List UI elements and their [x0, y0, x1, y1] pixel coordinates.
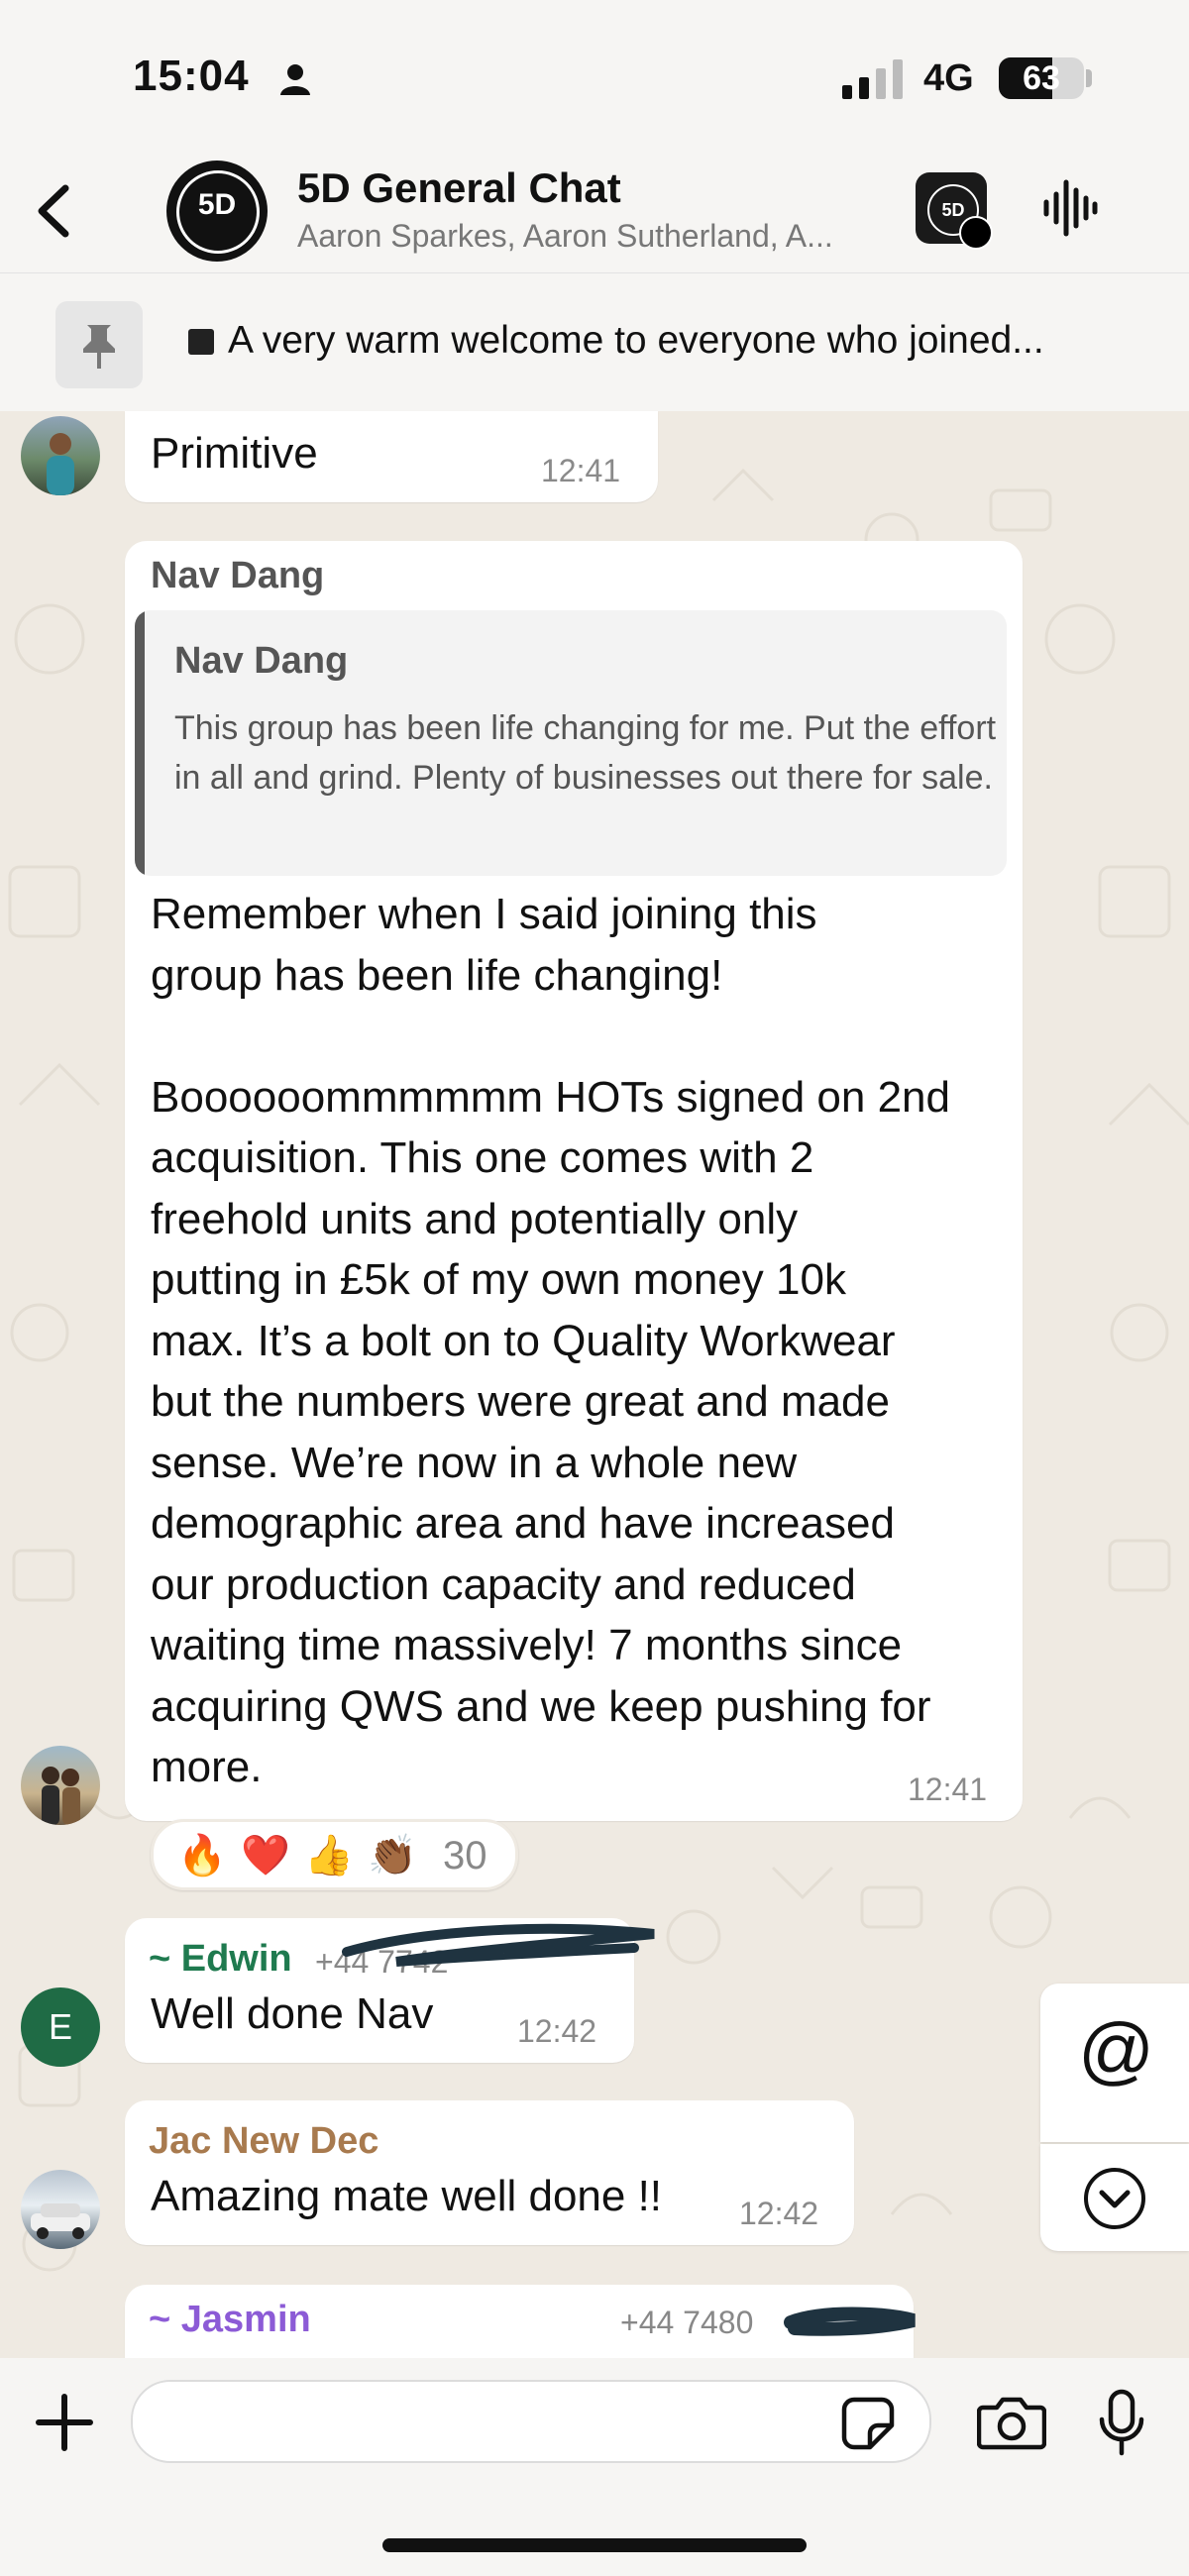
battery-icon: 63: [999, 57, 1084, 99]
mention-button[interactable]: @: [1040, 1984, 1189, 2142]
microphone-icon[interactable]: [1098, 2388, 1145, 2459]
message-text: Primitive: [151, 429, 318, 478]
scroll-to-bottom-button[interactable]: [1040, 2144, 1189, 2251]
chevron-badge-icon: [959, 216, 993, 250]
avatar[interactable]: [21, 1746, 100, 1825]
message-input[interactable]: [131, 2380, 931, 2463]
redaction-scribble: [784, 2307, 916, 2336]
composer-bar: [0, 2358, 1189, 2576]
signal-icon: [842, 59, 903, 99]
quote-bar: [135, 610, 145, 876]
message-bubble[interactable]: Jac New Dec Amazing mate well done !! 12…: [125, 2100, 854, 2245]
fire-emoji: 🔥: [177, 1834, 227, 1878]
message-time: 12:42: [739, 2196, 819, 2231]
message-time: 12:42: [517, 2013, 597, 2049]
reactions-bar[interactable]: 🔥 ❤️ 👍 👏🏾 30: [151, 1819, 518, 1890]
avatar[interactable]: [21, 416, 100, 495]
reaction-count: 30: [443, 1834, 487, 1878]
chevron-down-circle-icon: [1084, 2168, 1145, 2229]
message-time: 12:41: [541, 453, 621, 488]
status-time: 15:04: [133, 52, 250, 100]
message-time: 12:41: [908, 1771, 988, 1807]
chevron-left-icon[interactable]: [22, 176, 91, 246]
group-avatar[interactable]: 5D: [166, 161, 268, 262]
quoted-sender: Nav Dang: [174, 640, 349, 682]
message-text: Amazing mate well done !!: [151, 2172, 663, 2220]
black-square-icon: [188, 329, 214, 355]
pin-icon: [55, 301, 143, 388]
chat-members[interactable]: Aaron Sparkes, Aaron Sutherland, A...: [297, 218, 833, 255]
avatar-label: 5D: [197, 188, 237, 221]
chat-title[interactable]: 5D General Chat: [297, 164, 621, 212]
avatar-letter: E: [48, 2006, 72, 2047]
at-sign: @: [1078, 2008, 1155, 2093]
sticker-icon[interactable]: [840, 2396, 896, 2451]
plus-icon[interactable]: [34, 2392, 95, 2453]
camera-icon[interactable]: [977, 2394, 1046, 2451]
sender-name[interactable]: Jac New Dec: [149, 2120, 378, 2163]
car-photo: [31, 2203, 90, 2239]
sender-name[interactable]: Nav Dang: [151, 555, 324, 597]
couple-photo: [42, 1767, 80, 1825]
message-text: Well done Nav: [151, 1989, 434, 2038]
chat-header: 5D 5D General Chat Aaron Sparkes, Aaron …: [0, 149, 1189, 272]
person-photo: [47, 433, 74, 495]
audio-waveform-icon[interactable]: [1040, 176, 1100, 240]
redaction-scribble: [342, 1923, 655, 1967]
sender-name[interactable]: ~ Edwin: [149, 1938, 292, 1981]
pinned-text: A very warm welcome to everyone who join…: [188, 319, 1044, 363]
message-bubble[interactable]: Nav Dang Nav Dang This group has been li…: [125, 541, 1023, 1821]
battery-cap: [1086, 69, 1092, 87]
network-type: 4G: [923, 57, 974, 99]
pinned-message-text: A very warm welcome to everyone who join…: [228, 319, 1044, 362]
sender-phone: +44 7480: [620, 2305, 754, 2340]
heart-emoji: ❤️: [241, 1834, 290, 1878]
avatar[interactable]: [21, 2170, 100, 2249]
person-icon: [280, 64, 310, 95]
thumbs-up-emoji: 👍: [304, 1834, 354, 1878]
quoted-message[interactable]: Nav Dang This group has been life changi…: [135, 610, 1007, 876]
quoted-text: This group has been life changing for me…: [174, 709, 997, 797]
sender-name[interactable]: ~ Jasmin: [149, 2299, 311, 2341]
home-indicator[interactable]: [382, 2538, 807, 2552]
message-bubble[interactable]: Primitive 12:41: [125, 411, 658, 502]
pinned-message-bar[interactable]: A very warm welcome to everyone who join…: [0, 272, 1189, 412]
message-text: Remember when I said joining this group …: [151, 890, 950, 1791]
battery-percent: 63: [1023, 59, 1060, 97]
status-bar: 15:04 4G 63: [0, 0, 1189, 149]
clapping-emoji: 👏🏾: [368, 1834, 417, 1878]
community-icon[interactable]: 5D: [916, 172, 993, 250]
avatar[interactable]: E: [21, 1987, 100, 2067]
